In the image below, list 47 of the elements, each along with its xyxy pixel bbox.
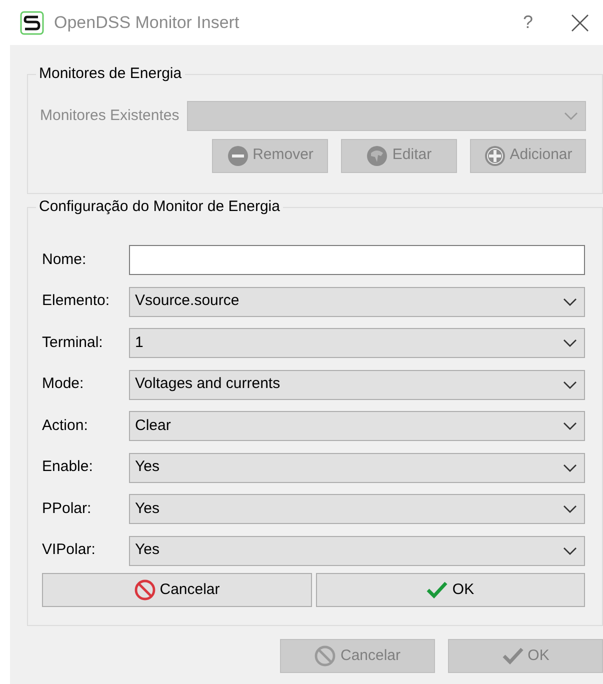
field-label: Monitores Existentes bbox=[40, 106, 180, 126]
field-label: Enable: bbox=[42, 457, 94, 478]
field-label: VIPolar: bbox=[42, 540, 96, 560]
button[interactable]: Cancelar bbox=[42, 573, 312, 607]
dropdown-value: Voltages and currents bbox=[135, 374, 280, 394]
dropdown-caret-icon bbox=[562, 380, 576, 388]
checkmark-icon bbox=[426, 579, 448, 601]
field-label: Action: bbox=[42, 416, 89, 436]
dropdown-caret-icon bbox=[562, 546, 576, 554]
dropdown-value: Yes bbox=[135, 457, 160, 478]
text-field[interactable] bbox=[129, 245, 585, 275]
field-label: Nome: bbox=[42, 250, 88, 270]
group-title: Configuração do Monitor de Energia bbox=[36, 197, 283, 217]
app-logo-icon bbox=[20, 10, 44, 34]
help-button[interactable]: ? bbox=[522, 9, 533, 36]
dropdown-caret-icon bbox=[562, 505, 576, 513]
button[interactable]: OK bbox=[316, 573, 585, 607]
dropdown-value: 1 bbox=[135, 332, 144, 353]
dropdown[interactable]: 1 bbox=[129, 328, 585, 358]
dropdown-caret-icon bbox=[564, 112, 578, 120]
dropdown-value: Vsource.source bbox=[135, 291, 240, 312]
prohibited-icon bbox=[134, 579, 156, 601]
prohibited-icon bbox=[314, 645, 336, 667]
plus-icon bbox=[484, 144, 506, 166]
dropdown-value: Yes bbox=[135, 498, 160, 519]
dropdown[interactable]: Yes bbox=[129, 452, 585, 482]
minus-icon bbox=[226, 144, 249, 166]
dropdown-caret-icon bbox=[562, 339, 576, 347]
dropdown[interactable]: Yes bbox=[129, 494, 585, 524]
dropdown-caret-icon bbox=[562, 422, 576, 430]
field-label: Terminal: bbox=[42, 332, 104, 353]
globe-icon bbox=[366, 144, 388, 166]
checkmark-icon bbox=[502, 645, 524, 667]
dropdown-value: Yes bbox=[135, 540, 160, 560]
dropdown-caret-icon bbox=[562, 298, 576, 306]
close-icon[interactable] bbox=[571, 14, 589, 32]
field-label: PPolar: bbox=[42, 498, 92, 519]
dropdown[interactable]: Voltages and currents bbox=[129, 370, 585, 400]
dropdown[interactable]: Clear bbox=[129, 411, 585, 441]
group-title: Monitores de Energia bbox=[36, 64, 185, 84]
field-label: Mode: bbox=[42, 374, 85, 394]
dropdown-caret-icon bbox=[562, 464, 576, 472]
field-label: Elemento: bbox=[42, 291, 111, 312]
dropdown[interactable]: Yes bbox=[129, 536, 585, 566]
dropdown[interactable]: Vsource.source bbox=[129, 286, 585, 316]
window-title: OpenDSS Monitor Insert bbox=[54, 12, 240, 34]
dropdown-value: Clear bbox=[135, 416, 171, 436]
